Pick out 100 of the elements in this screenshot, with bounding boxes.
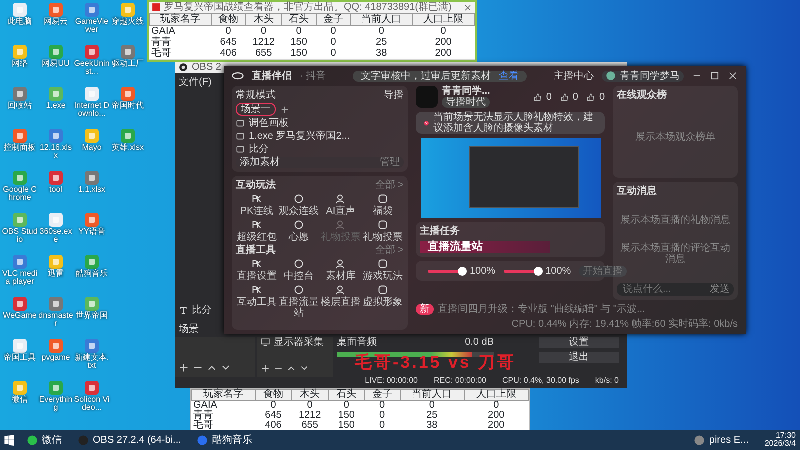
icon-label[interactable]: 帝国时代 <box>112 102 144 110</box>
icon-label[interactable]: 微信 <box>12 396 28 404</box>
feature-icon[interactable] <box>377 193 389 205</box>
icon-label[interactable]: 12.16.xlsx <box>38 144 74 160</box>
icon-label[interactable]: Everything <box>38 396 74 412</box>
feature-icon[interactable] <box>377 258 389 270</box>
app-icon[interactable] <box>120 86 136 102</box>
icon-label[interactable]: 网络 <box>12 60 28 68</box>
material-item[interactable]: 调色画板 <box>249 118 289 129</box>
view-all-link[interactable]: 全部 > <box>375 245 404 256</box>
feature-label[interactable]: AI直声 <box>326 206 356 217</box>
icon-label[interactable]: 1.1.xlsx <box>78 186 106 194</box>
feature-label[interactable]: 游戏玩法 <box>363 271 403 282</box>
source-item[interactable]: 显示器采集 <box>274 337 324 348</box>
icon-label[interactable]: 回收站 <box>8 102 32 110</box>
feature-icon[interactable] <box>251 284 263 296</box>
app-icon[interactable] <box>12 44 28 60</box>
icon-label[interactable]: 控制面板 <box>4 144 36 152</box>
material-item[interactable]: 比分 <box>249 144 269 155</box>
app-icon[interactable] <box>84 254 100 270</box>
taskbar-button[interactable]: OBS 27.2.4 (64-bi... <box>74 434 186 446</box>
icon-label[interactable]: 帝国工具 <box>4 354 36 362</box>
feature-icon[interactable] <box>251 258 263 270</box>
app-icon[interactable] <box>84 212 100 228</box>
feature-label[interactable]: 中控台 <box>284 271 314 282</box>
maximize-icon[interactable] <box>710 71 720 81</box>
icon-label[interactable]: Solicon Video... <box>74 396 110 412</box>
icon-label[interactable]: GeekUninst... <box>74 60 110 76</box>
feature-label[interactable]: 素材库 <box>326 271 356 282</box>
feature-label[interactable]: 虚拟形象 <box>363 297 403 308</box>
icon-label[interactable]: 迅雷 <box>48 270 64 278</box>
icon-label[interactable]: Internet Downlo... <box>74 102 110 118</box>
app-icon[interactable] <box>120 128 136 144</box>
dock-button[interactable]: 设置 <box>539 337 619 348</box>
icon-label[interactable]: 1.exe <box>46 102 66 110</box>
toast-link[interactable]: 查看 <box>499 70 520 82</box>
feature-icon[interactable] <box>335 193 347 205</box>
send-button[interactable]: 发送 <box>710 284 730 295</box>
app-icon[interactable] <box>48 254 64 270</box>
app-icon[interactable] <box>12 380 28 396</box>
taskbar-button[interactable]: 微信 <box>23 434 66 446</box>
app-icon[interactable] <box>84 128 100 144</box>
feature-label[interactable]: 礼物投票 <box>363 232 403 243</box>
plus-icon[interactable] <box>179 363 189 373</box>
feature-label[interactable]: 楼层直播 <box>321 297 361 308</box>
task-banner[interactable]: 直播流量站 <box>420 241 550 254</box>
icon-label[interactable]: YY语音 <box>78 228 106 236</box>
feature-icon[interactable] <box>377 284 389 296</box>
feature-icon[interactable] <box>293 193 305 205</box>
plus-icon[interactable] <box>280 104 290 114</box>
icon-label[interactable]: 网易云 <box>44 18 68 26</box>
feature-label[interactable]: 超级红包 <box>237 232 277 243</box>
app-icon[interactable] <box>84 2 100 18</box>
app-icon[interactable] <box>84 296 100 312</box>
up-icon[interactable] <box>287 364 296 373</box>
icon-label[interactable]: 360se.exe <box>38 228 74 244</box>
app-icon[interactable] <box>48 170 64 186</box>
plus-icon[interactable] <box>261 364 270 373</box>
icon-label[interactable]: VLC media player <box>2 270 38 286</box>
user-chip[interactable]: 青青同学梦马 <box>602 70 684 82</box>
app-icon[interactable] <box>12 296 28 312</box>
source-item[interactable]: 比分 <box>192 305 212 316</box>
feature-icon[interactable] <box>335 284 347 296</box>
manage-link[interactable]: 管理 <box>380 157 400 168</box>
start-icon[interactable] <box>4 434 15 446</box>
icon-label[interactable]: 英雄.xlsx <box>112 144 144 152</box>
feature-label[interactable]: 观众连线 <box>279 206 319 217</box>
app-icon[interactable] <box>48 44 64 60</box>
app-icon[interactable] <box>12 86 28 102</box>
app-icon[interactable] <box>12 254 28 270</box>
feature-icon[interactable] <box>251 219 263 231</box>
director-button[interactable]: 导播 <box>384 90 404 101</box>
feature-icon[interactable] <box>377 219 389 231</box>
slider-thumb[interactable] <box>458 266 467 276</box>
app-icon[interactable] <box>48 86 64 102</box>
scene-tab[interactable]: 场景一 <box>236 103 276 116</box>
down-icon[interactable] <box>300 364 309 373</box>
app-icon[interactable] <box>12 212 28 228</box>
app-icon[interactable] <box>48 212 64 228</box>
app-icon[interactable] <box>48 2 64 18</box>
app-icon[interactable] <box>84 170 100 186</box>
app-icon[interactable] <box>48 338 64 354</box>
anchor-center-link[interactable]: 主播中心 <box>554 70 594 82</box>
start-live-button[interactable]: 开始直播 <box>579 266 628 277</box>
feature-label[interactable]: 直播流量站 <box>278 297 320 319</box>
view-all-link[interactable]: 全部 > <box>375 180 404 191</box>
feature-label[interactable]: 福袋 <box>373 206 393 217</box>
feature-icon[interactable] <box>293 284 305 296</box>
taskbar-button[interactable]: pires E... <box>690 434 753 446</box>
feature-label[interactable]: 心愿 <box>289 232 309 243</box>
icon-label[interactable]: 网易UU <box>42 60 70 68</box>
app-icon[interactable] <box>120 2 136 18</box>
chat-input[interactable]: 说点什么... 发送 <box>617 282 734 296</box>
icon-label[interactable]: Google Chrome <box>2 186 38 202</box>
feature-icon[interactable] <box>293 258 305 270</box>
feature-icon[interactable] <box>293 219 305 231</box>
app-icon[interactable] <box>48 296 64 312</box>
feature-label[interactable]: PK连线 <box>240 206 274 217</box>
icon-label[interactable]: 酷狗音乐 <box>76 270 108 278</box>
feature-icon[interactable] <box>251 193 263 205</box>
